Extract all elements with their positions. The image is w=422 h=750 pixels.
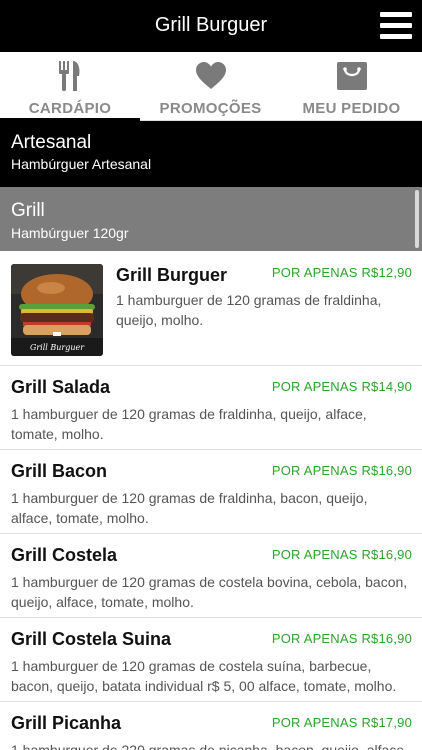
item-price: POR APENAS R$17,90 <box>271 715 412 730</box>
category-title: Grill <box>11 200 45 221</box>
item-description: 1 hamburguer de 120 gramas de costela su… <box>11 658 397 694</box>
tab-promocoes[interactable]: PROMOÇÕES <box>140 52 281 121</box>
hamburger-menu-icon[interactable] <box>380 12 412 39</box>
item-name: Grill Costela <box>11 545 118 565</box>
app-title: Grill Burguer <box>154 14 268 36</box>
item-name: Grill Salada <box>11 377 111 397</box>
menu-item-grill-picanha[interactable]: Grill Picanha POR APENAS R$17,90 1 hambu… <box>0 702 422 750</box>
item-name: Grill Costela Suina <box>11 629 172 649</box>
app-header: Grill Burguer <box>0 0 422 52</box>
heart-icon <box>195 62 226 89</box>
tab-bar: CARDÁPIO PROMOÇÕES MEU PEDIDO <box>0 52 422 122</box>
fork-knife-icon <box>59 61 80 91</box>
category-artesanal[interactable]: Artesanal Hambúrguer Artesanal <box>0 121 422 187</box>
tab-cardapio[interactable]: CARDÁPIO <box>0 52 140 121</box>
item-description: 1 hamburguer de 120 gramas de fraldinha,… <box>11 406 367 442</box>
item-price: POR APENAS R$12,90 <box>271 265 412 280</box>
category-subtitle: Hambúrguer 120gr <box>11 225 129 241</box>
photo-caption: Grill Burguer <box>30 343 85 352</box>
menu-item-grill-costela[interactable]: Grill Costela POR APENAS R$16,90 1 hambu… <box>0 534 422 618</box>
item-price: POR APENAS R$16,90 <box>271 631 412 646</box>
item-name: Grill Picanha <box>11 713 122 733</box>
item-price: POR APENAS R$16,90 <box>271 463 412 478</box>
menu-item-grill-bacon[interactable]: Grill Bacon POR APENAS R$16,90 1 hamburg… <box>0 450 422 534</box>
burger-photo: Grill Burguer <box>11 264 103 356</box>
item-name: Grill Bacon <box>11 461 108 481</box>
tab-promocoes-label: PROMOÇÕES <box>159 100 262 117</box>
tab-cardapio-label: CARDÁPIO <box>28 100 112 117</box>
menu-item-grill-salada[interactable]: Grill Salada POR APENAS R$14,90 1 hambur… <box>0 366 422 450</box>
item-price: POR APENAS R$16,90 <box>271 547 412 562</box>
item-name: Grill Burguer <box>116 265 228 285</box>
item-description: 1 hamburguer de 120 gramas de fraldinha,… <box>116 292 382 328</box>
category-grill[interactable]: Grill Hambúrguer 120gr <box>0 187 422 251</box>
category-subtitle: Hambúrguer Artesanal <box>11 156 152 172</box>
shopping-bag-icon <box>336 62 367 90</box>
item-price: POR APENAS R$14,90 <box>271 379 412 394</box>
menu-item-grill-burguer[interactable]: Grill Burguer Grill Burguer POR APENAS R… <box>0 252 422 366</box>
item-description: 1 hamburguer de 120 gramas de costela bo… <box>11 574 408 610</box>
category-title: Artesanal <box>11 132 92 153</box>
tab-meu-pedido-label: MEU PEDIDO <box>302 100 401 117</box>
tab-meu-pedido[interactable]: MEU PEDIDO <box>281 52 422 121</box>
scrollbar[interactable] <box>415 190 419 248</box>
item-description: 1 hamburguer de 220 gramas de picanha, b… <box>11 742 405 750</box>
item-description: 1 hamburguer de 120 gramas de fraldinha,… <box>11 490 368 526</box>
menu-item-grill-costela-suina[interactable]: Grill Costela Suina POR APENAS R$16,90 1… <box>0 618 422 702</box>
